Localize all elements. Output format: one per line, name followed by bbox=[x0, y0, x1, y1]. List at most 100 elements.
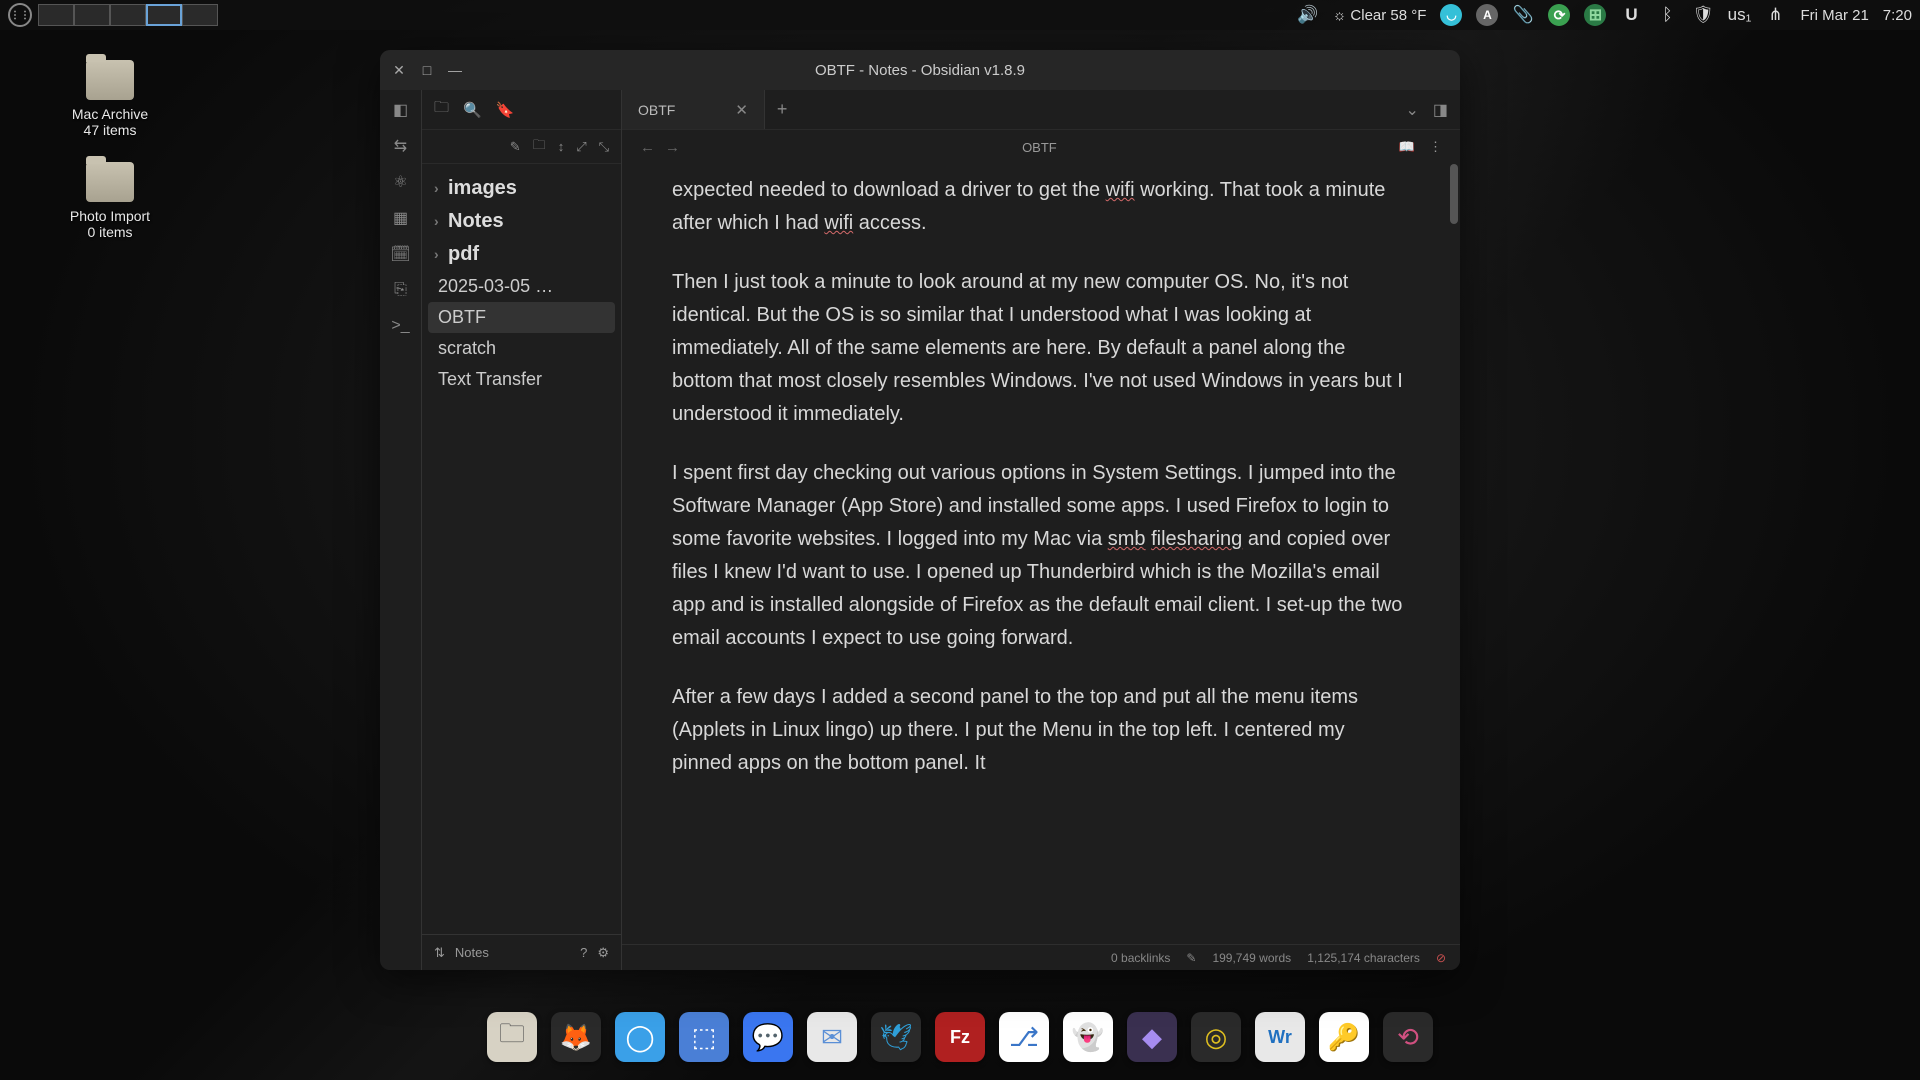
graph-view-icon[interactable]: ⚛ bbox=[391, 172, 411, 192]
workspace-3[interactable] bbox=[110, 4, 146, 26]
top-panel: ⋮⋮ 🔊 ☼ Clear 58 °F ◡ A 📎 ⟳ ⊞ U ᛒ 🛡 us₁ ⋔… bbox=[0, 0, 1920, 30]
clock-applet[interactable]: Fri Mar 21 7:20 bbox=[1800, 7, 1912, 24]
dock-writer[interactable]: Wr bbox=[1255, 1012, 1305, 1062]
templates-icon[interactable]: ⎘ bbox=[391, 280, 411, 300]
titlebar[interactable]: ✕ □ — OBTF - Notes - Obsidian v1.8.9 bbox=[380, 50, 1460, 90]
editor-content[interactable]: expected needed to download a driver to … bbox=[622, 164, 1460, 944]
tray-icon-green[interactable]: ⟳ bbox=[1548, 4, 1570, 26]
tree-file-scratch[interactable]: scratch bbox=[428, 333, 615, 364]
network-icon[interactable]: ⋔ bbox=[1764, 4, 1786, 26]
sidebar-actions: ✎ 🗀 ↕ ⤢ ⤡ bbox=[422, 130, 621, 164]
scrollbar-thumb[interactable] bbox=[1450, 164, 1458, 224]
desktop-folder-photo-import[interactable]: Photo Import 0 items bbox=[50, 162, 170, 240]
tray-icon-blue[interactable]: ◡ bbox=[1440, 4, 1462, 26]
minimize-window-button[interactable]: — bbox=[448, 63, 462, 77]
backlinks-count[interactable]: 0 backlinks bbox=[1111, 951, 1170, 965]
dock-thunderbird[interactable]: 🕊 bbox=[871, 1012, 921, 1062]
collapse-sidebar-icon[interactable]: ⇅ bbox=[434, 945, 445, 961]
workspace-5[interactable] bbox=[182, 4, 218, 26]
mint-menu-button[interactable]: ⋮⋮ bbox=[8, 3, 32, 27]
dock-keepass[interactable]: 🔑 bbox=[1319, 1012, 1369, 1062]
more-options-icon[interactable]: ⋮ bbox=[1429, 139, 1442, 155]
edit-mode-icon[interactable]: ✎ bbox=[1186, 951, 1196, 965]
workspace-1[interactable] bbox=[38, 4, 74, 26]
search-tab-icon[interactable]: 🔍 bbox=[463, 101, 482, 119]
tree-folder-pdf[interactable]: pdf bbox=[428, 238, 615, 271]
dock-sync[interactable]: ⟲ bbox=[1383, 1012, 1433, 1062]
ribbon: ◧ ⇆ ⚛ ▦ 🗓 ⎘ >_ bbox=[380, 90, 422, 970]
keyboard-layout[interactable]: us₁ bbox=[1728, 4, 1750, 26]
status-bar: 0 backlinks ✎ 199,749 words 1,125,174 ch… bbox=[622, 944, 1460, 970]
nav-back-icon[interactable]: ← bbox=[640, 139, 655, 156]
new-tab-button[interactable]: + bbox=[765, 99, 800, 120]
sidebar: 🗀 🔍 🔖 ✎ 🗀 ↕ ⤢ ⤡ images Notes pdf 2025-03… bbox=[422, 90, 622, 970]
char-count[interactable]: 1,125,174 characters bbox=[1307, 951, 1420, 965]
main-area: OBTF ✕ + ⌄ ◨ ← → OBTF 📖 ⋮ bbox=[622, 90, 1460, 970]
bluetooth-icon[interactable]: ᛒ bbox=[1656, 4, 1678, 26]
folder-subtitle: 47 items bbox=[84, 122, 137, 138]
sort-icon[interactable]: ↕ bbox=[558, 139, 565, 154]
tray-icon-grid[interactable]: ⊞ bbox=[1584, 4, 1606, 26]
workspace-2[interactable] bbox=[74, 4, 110, 26]
right-sidebar-toggle-icon[interactable]: ◨ bbox=[1433, 100, 1448, 120]
workspace-4[interactable] bbox=[146, 4, 182, 26]
tab-dropdown-icon[interactable]: ⌄ bbox=[1405, 100, 1418, 120]
dock-ghostwriter[interactable]: 👻 bbox=[1063, 1012, 1113, 1062]
dock-remmina[interactable]: ⎇ bbox=[999, 1012, 1049, 1062]
command-palette-icon[interactable]: >_ bbox=[391, 316, 411, 336]
tree-file-dated[interactable]: 2025-03-05 … bbox=[428, 271, 615, 302]
collapse-icon[interactable]: ⤡ bbox=[599, 139, 609, 155]
tray-icon-a[interactable]: A bbox=[1476, 4, 1498, 26]
dock-screenshot[interactable]: ⬚ bbox=[679, 1012, 729, 1062]
reading-view-icon[interactable]: 📖 bbox=[1399, 139, 1415, 155]
desktop-folder-mac-archive[interactable]: Mac Archive 47 items bbox=[50, 60, 170, 138]
paragraph-1[interactable]: expected needed to download a driver to … bbox=[672, 174, 1410, 240]
sidebar-toggle-icon[interactable]: ◧ bbox=[391, 100, 411, 120]
daily-note-icon[interactable]: 🗓 bbox=[391, 244, 411, 264]
bookmarks-tab-icon[interactable]: 🔖 bbox=[496, 101, 515, 119]
help-icon[interactable]: ? bbox=[580, 945, 587, 961]
dock-signal[interactable]: 💬 bbox=[743, 1012, 793, 1062]
time-text: 7:20 bbox=[1883, 7, 1912, 24]
dock-files[interactable]: 🗀 bbox=[487, 1012, 537, 1062]
sun-icon: ☼ bbox=[1333, 7, 1347, 24]
dock-librewolf[interactable]: ◯ bbox=[615, 1012, 665, 1062]
close-tab-icon[interactable]: ✕ bbox=[735, 101, 748, 119]
tree-file-text-transfer[interactable]: Text Transfer bbox=[428, 364, 615, 395]
file-tree: images Notes pdf 2025-03-05 … OBTF scrat… bbox=[422, 164, 621, 934]
tab-bar: OBTF ✕ + ⌄ ◨ bbox=[622, 90, 1460, 130]
tree-folder-notes[interactable]: Notes bbox=[428, 205, 615, 238]
expand-icon[interactable]: ⤢ bbox=[576, 139, 586, 155]
quick-switcher-icon[interactable]: ⇆ bbox=[391, 136, 411, 156]
file-explorer-tab-icon[interactable]: 🗀 bbox=[434, 97, 449, 122]
dock-filezilla[interactable]: Fz bbox=[935, 1012, 985, 1062]
nav-forward-icon[interactable]: → bbox=[665, 139, 680, 156]
settings-icon[interactable]: ⚙ bbox=[597, 945, 609, 961]
paragraph-4[interactable]: After a few days I added a second panel … bbox=[672, 681, 1410, 780]
canvas-icon[interactable]: ▦ bbox=[391, 208, 411, 228]
paragraph-3[interactable]: I spent first day checking out various o… bbox=[672, 457, 1410, 655]
sync-status-icon[interactable]: ⊘ bbox=[1436, 951, 1446, 965]
tree-file-obtf[interactable]: OBTF bbox=[428, 302, 615, 333]
vault-name[interactable]: Notes bbox=[455, 945, 489, 960]
close-window-button[interactable]: ✕ bbox=[392, 63, 406, 77]
word-count[interactable]: 199,749 words bbox=[1212, 951, 1291, 965]
paragraph-2[interactable]: Then I just took a minute to look around… bbox=[672, 266, 1410, 431]
weather-applet[interactable]: ☼ Clear 58 °F bbox=[1333, 7, 1427, 24]
new-note-icon[interactable]: ✎ bbox=[510, 139, 521, 155]
folder-icon bbox=[86, 60, 134, 100]
maximize-window-button[interactable]: □ bbox=[420, 63, 434, 77]
attachment-icon[interactable]: 📎 bbox=[1512, 4, 1534, 26]
breadcrumb[interactable]: OBTF bbox=[1022, 140, 1057, 155]
shield-icon[interactable]: 🛡 bbox=[1692, 4, 1714, 26]
dock-rhythmbox[interactable]: ◎ bbox=[1191, 1012, 1241, 1062]
tray-icon-u[interactable]: U bbox=[1620, 4, 1642, 26]
workspace-switcher[interactable] bbox=[38, 4, 218, 26]
tab-obtf[interactable]: OBTF ✕ bbox=[622, 90, 765, 129]
volume-icon[interactable]: 🔊 bbox=[1297, 4, 1319, 26]
dock-firefox[interactable]: 🦊 bbox=[551, 1012, 601, 1062]
dock-mail[interactable]: ✉ bbox=[807, 1012, 857, 1062]
new-folder-icon[interactable]: 🗀 bbox=[533, 136, 546, 158]
tree-folder-images[interactable]: images bbox=[428, 172, 615, 205]
dock-obsidian[interactable]: ◆ bbox=[1127, 1012, 1177, 1062]
